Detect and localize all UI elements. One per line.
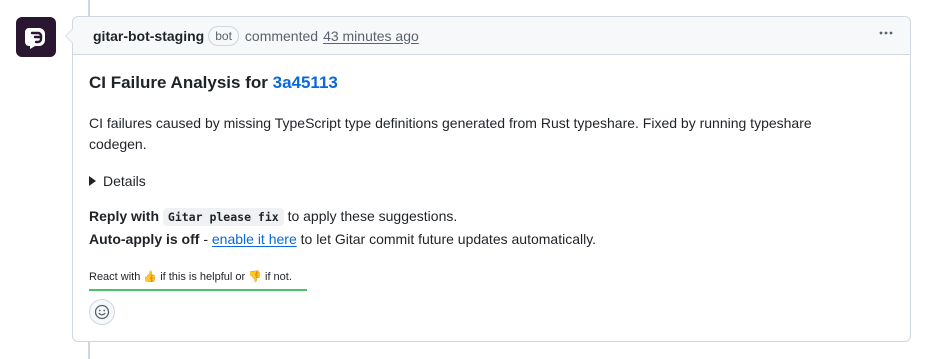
auto-apply-dash: - [203,231,208,247]
reply-instructions: Reply with Gitar please fix to apply the… [89,205,894,250]
comment-timestamp[interactable]: 43 minutes ago [323,28,419,44]
react-prompt: React with 👍 if this is helpful or 👎 if … [89,270,894,283]
details-toggle[interactable]: Details [89,173,894,189]
smiley-icon [94,304,110,320]
thumbs-down-icon: 👎 [248,271,262,283]
gitar-logo-icon [25,28,45,49]
analysis-heading: CI Failure Analysis for 3a45113 [89,73,894,93]
auto-apply-line: Auto-apply is off - enable it here to le… [89,228,894,250]
failure-summary: CI failures caused by missing TypeScript… [89,115,812,152]
react-underline [89,289,307,291]
kebab-horizontal-icon[interactable] [878,25,894,46]
avatar[interactable] [16,17,56,57]
commit-sha-link[interactable]: 3a45113 [273,73,338,92]
reply-label: Reply with [89,208,160,224]
add-reaction-button[interactable] [89,299,115,325]
thumbs-up-icon: 👍 [143,271,158,283]
bot-badge: bot [208,25,239,46]
heading-prefix: CI Failure Analysis for [89,73,268,92]
comment-action: commented [244,27,319,44]
react-middle: if this is helpful or [160,271,246,283]
reply-suffix: to apply these suggestions. [287,208,458,224]
reply-line: Reply with Gitar please fix to apply the… [89,205,894,228]
details-label: Details [103,173,146,189]
comment-box: gitar-bot-staging bot commented 43 minut… [65,16,911,342]
react-prefix: React with [89,271,141,283]
comment-header: gitar-bot-staging bot commented 43 minut… [73,17,910,55]
react-suffix: if not. [265,271,292,283]
enable-auto-apply-link[interactable]: enable it here [212,231,297,247]
comment-body: CI Failure Analysis for 3a45113 CI failu… [73,55,910,325]
auto-apply-suffix: to let Gitar commit future updates autom… [300,231,597,247]
auto-apply-label: Auto-apply is off [89,231,200,247]
author-link[interactable]: gitar-bot-staging [93,28,204,44]
comment-caret-fill [66,28,74,44]
triangle-right-icon [89,176,96,186]
reply-command-code: Gitar please fix [162,208,284,226]
